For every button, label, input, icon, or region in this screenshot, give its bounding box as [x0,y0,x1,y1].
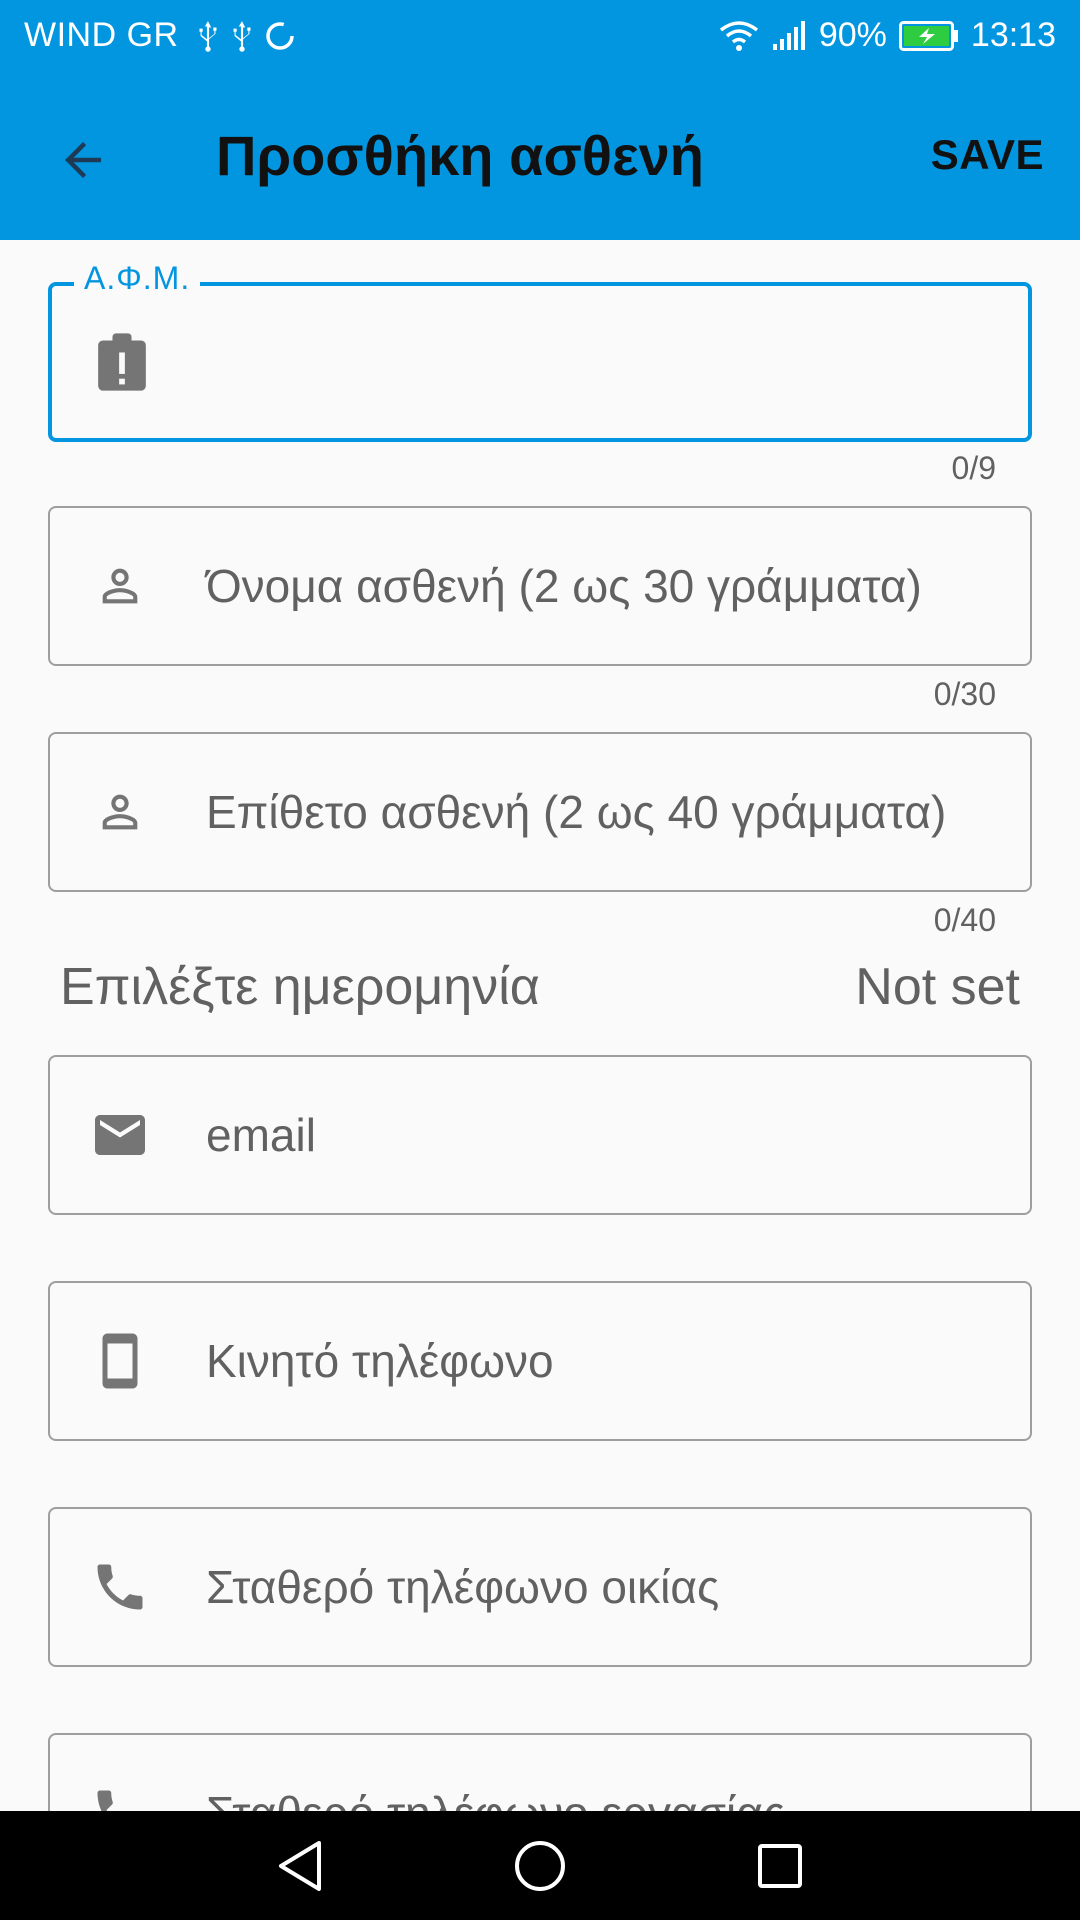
first-name-field[interactable]: Όνομα ασθενή (2 ως 30 γράμματα) [48,506,1032,666]
usb-icon [199,20,217,52]
save-button[interactable]: SAVE [931,131,1044,179]
person-outline-icon [90,556,150,616]
carrier-area: WIND GR [24,16,297,55]
mobile-phone-placeholder: Κινητό τηλέφωνο [206,1335,554,1387]
email-field[interactable]: email [48,1055,1032,1215]
mobile-phone-field[interactable]: Κινητό τηλέφωνο [48,1281,1032,1441]
status-icons-right: 90% 13:13 [719,16,1056,55]
back-button[interactable] [48,125,118,195]
wifi-icon [719,20,758,51]
triangle-back-icon [279,1840,321,1891]
signal-icon [772,20,805,50]
work-phone-placeholder: Σταθερό τηλέφωνο εργασίας [206,1786,785,1811]
battery-percent: 90% [818,16,887,54]
arrow-back-icon [65,142,101,178]
nav-back-button[interactable] [265,1831,335,1901]
afm-counter: 0/9 [951,450,996,486]
page-title: Προσθήκη ασθενή [216,124,705,187]
date-row: Επιλέξτε ημερομηνία Not set [60,952,1020,1022]
home-phone-placeholder: Σταθερό τηλέφωνο οικίας [206,1561,720,1613]
afm-label: Α.Φ.Μ. [74,260,201,297]
email-icon [90,1105,150,1165]
app-bar: Προσθήκη ασθενή SAVE [0,75,1080,240]
afm-field[interactable]: Α.Φ.Μ. [48,260,1032,442]
system-nav-bar [0,1811,1080,1920]
battery-charging-icon [898,20,958,51]
email-placeholder: email [206,1109,316,1161]
smartphone-icon [90,1331,150,1391]
sync-icon [265,21,294,50]
work-phone-field[interactable]: Σταθερό τηλέφωνο εργασίας [48,1733,1032,1811]
phone-icon [90,1783,150,1811]
person-outline-icon [90,782,150,842]
last-name-field[interactable]: Επίθετο ασθενή (2 ως 40 γράμματα) [48,732,1032,892]
status-bar: WIND GR 90% 13:13 [0,0,1080,75]
phone-icon [90,1557,150,1617]
form-content: Α.Φ.Μ. 0/9 Όνομα ασθενή (2 ως 30 γράμματ… [0,240,1080,1811]
clock: 13:13 [970,16,1056,54]
circle-home-icon [515,1840,565,1891]
home-phone-field[interactable]: Σταθερό τηλέφωνο οικίας [48,1507,1032,1667]
date-value: Not set [855,958,1020,1016]
date-picker-label[interactable]: Επιλέξτε ημερομηνία [60,957,540,1017]
carrier-name: WIND GR [24,16,179,54]
usb-icon [233,20,251,52]
first-name-placeholder: Όνομα ασθενή (2 ως 30 γράμματα) [206,560,922,612]
square-recents-icon [758,1843,802,1888]
status-icons-left [195,19,297,53]
first-name-counter: 0/30 [933,676,996,712]
last-name-placeholder: Επίθετο ασθενή (2 ως 40 γράμματα) [206,786,947,838]
last-name-counter: 0/40 [933,902,996,938]
assignment-late-icon [92,332,152,392]
nav-home-button[interactable] [505,1831,575,1901]
nav-recents-button[interactable] [745,1831,815,1901]
